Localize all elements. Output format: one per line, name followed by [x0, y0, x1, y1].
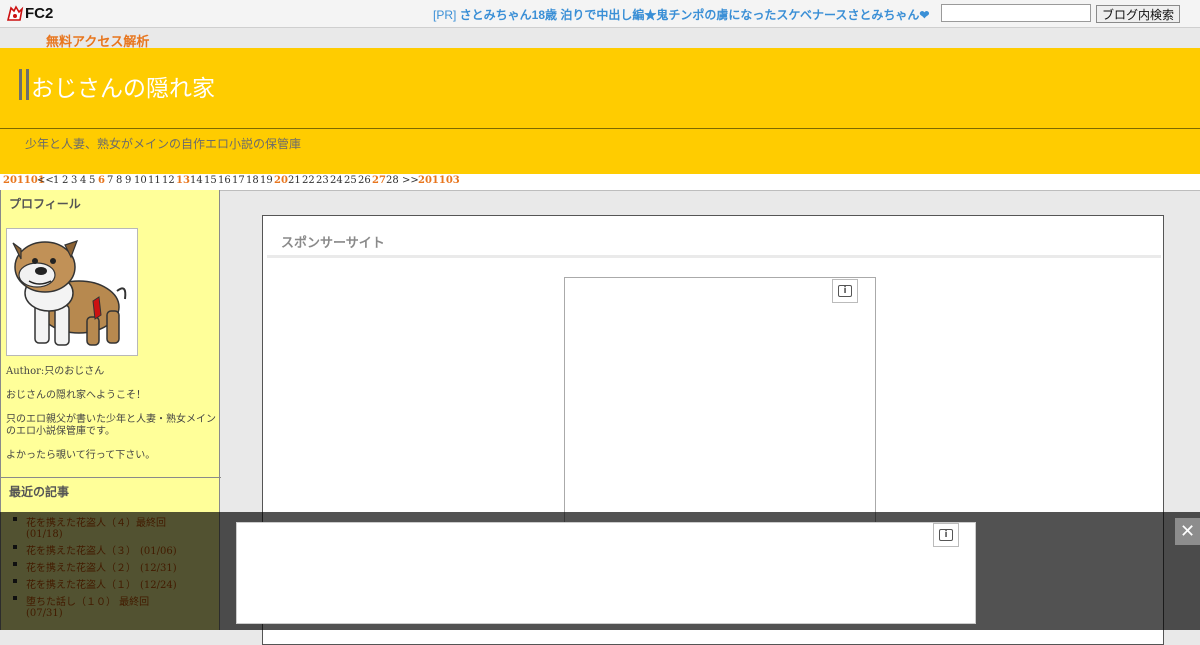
calendar-day: 7 [107, 175, 114, 186]
sponsor-title: スポンサーサイト [281, 236, 385, 251]
calendar-next-arrow: >> [402, 175, 419, 186]
title-decoration [19, 69, 29, 100]
calendar-day[interactable]: 27 [372, 175, 386, 186]
calendar-day: 17 [232, 175, 245, 186]
blog-search-input[interactable] [941, 4, 1091, 22]
calendar-day: 22 [302, 175, 315, 186]
calendar-day: 15 [204, 175, 217, 186]
blog-title[interactable]: おじさんの隠れ家 [31, 69, 215, 103]
calendar-day: 21 [288, 175, 301, 186]
fc2-logo-text: FC2 [25, 5, 54, 22]
calendar-day: 16 [218, 175, 231, 186]
calendar-day: 18 [246, 175, 259, 186]
bulldog-icon [12, 240, 127, 346]
calendar-next-month[interactable]: 201103 [418, 175, 460, 186]
pr-prefix: [PR] [433, 8, 460, 22]
ad-info-button[interactable]: i [832, 279, 858, 303]
blog-tagline: 少年と人妻、熟女がメインの自作エロ小説の保管庫 [25, 137, 302, 151]
calendar-day: 25 [344, 175, 357, 186]
sponsor-ad-frame[interactable]: i [564, 277, 876, 537]
blog-search-button[interactable]: ブログ内検索 [1096, 5, 1180, 23]
calendar-prev-arrow: << [37, 175, 54, 186]
recent-heading: 最近の記事 [9, 485, 70, 499]
fc2-logo[interactable]: FC2 [6, 4, 53, 23]
calendar-day: 26 [358, 175, 371, 186]
calendar-day: 23 [316, 175, 329, 186]
overlay-close-button[interactable]: ✕ [1175, 518, 1200, 545]
calendar-day: 10 [134, 175, 147, 186]
calendar-day: 12 [162, 175, 175, 186]
calendar-day: 4 [80, 175, 87, 186]
calendar-day[interactable]: 13 [176, 175, 190, 186]
blog-header: おじさんの隠れ家 少年と人妻、熟女がメインの自作エロ小説の保管庫 [0, 48, 1200, 174]
calendar-day: 2 [62, 175, 69, 186]
calendar-day: 9 [125, 175, 132, 186]
calendar-day: 11 [148, 175, 161, 186]
ad-info-icon: i [939, 529, 953, 541]
calendar-day: 19 [260, 175, 273, 186]
profile-image [6, 228, 138, 356]
calendar-day: 3 [71, 175, 78, 186]
bottom-ad-frame[interactable]: i [236, 522, 976, 624]
calendar-day: 14 [190, 175, 203, 186]
pr-ad-link[interactable]: [PR] さとみちゃん18歳 泊りで中出し編★鬼チンポの虜になったスケベナースさ… [433, 6, 929, 23]
profile-description: 只のエロ親父が書いた少年と人妻・熟女メインのエロ小説保管庫です。 [6, 414, 216, 437]
close-icon: ✕ [1179, 521, 1196, 542]
calendar-day[interactable]: 6 [98, 175, 105, 186]
fc2-top-bar: FC2 [PR] さとみちゃん18歳 泊りで中出し編★鬼チンポの虜になったスケベ… [0, 0, 1200, 28]
author-line: Author:只のおじさん [6, 366, 105, 377]
sidebar-divider [1, 477, 221, 478]
header-divider [0, 128, 1200, 129]
sponsor-divider [267, 255, 1161, 258]
welcome-text: おじさんの隠れ家へようこそ！ [6, 390, 146, 401]
pr-text: さとみちゃん18歳 泊りで中出し編★鬼チンポの虜になったスケベナースさとみちゃん… [459, 8, 930, 22]
calendar-day: 1 [53, 175, 60, 186]
calendar-day: 28 [386, 175, 399, 186]
profile-heading: プロフィール [9, 197, 81, 211]
calendar-day: 24 [330, 175, 343, 186]
calendar-day: 5 [89, 175, 96, 186]
calendar-bar: 201101 << 1 2 3 4 5 6 7 8 9 10 11 12 13 14 15 16 17 18 19 20 2… [0, 174, 1200, 191]
fc2-logo-icon [6, 5, 24, 21]
ad-info-icon: i [838, 285, 852, 297]
invite-text: よかったら覗いて行って下さい。 [6, 450, 156, 461]
calendar-day: 8 [116, 175, 123, 186]
calendar-day[interactable]: 20 [274, 175, 288, 186]
bottom-ad-info-button[interactable]: i [933, 523, 959, 547]
